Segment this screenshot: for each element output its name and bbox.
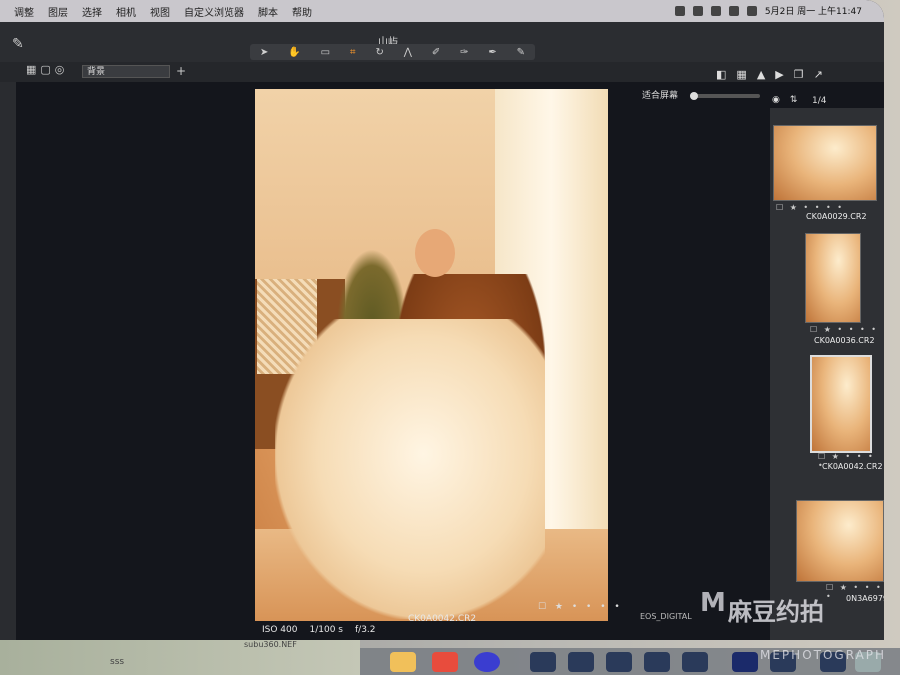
status-icon[interactable] bbox=[674, 5, 685, 16]
view-mode-icons[interactable]: ▦▢◎ bbox=[26, 63, 68, 76]
wifi-icon[interactable] bbox=[728, 5, 739, 16]
photo-dress bbox=[275, 319, 545, 619]
thumbnail[interactable] bbox=[796, 500, 884, 582]
dock-window-thumb[interactable] bbox=[682, 652, 708, 672]
zoom-slider-knob[interactable] bbox=[690, 92, 698, 100]
main-photo[interactable] bbox=[255, 89, 608, 621]
menu-select[interactable]: 选择 bbox=[82, 4, 102, 19]
pointer-icon[interactable]: ➤ bbox=[260, 47, 268, 58]
iso-value: ISO 400 bbox=[262, 625, 298, 635]
desktop-text: sss bbox=[110, 657, 125, 667]
dock-photoshop-icon[interactable] bbox=[732, 652, 758, 672]
menu-bar: 调整 图层 选择 相机 视图 自定义浏览器 脚本 帮助 5月2日 周一 上午11… bbox=[0, 0, 884, 22]
menu-script[interactable]: 脚本 bbox=[258, 4, 278, 19]
dock-app-icon[interactable] bbox=[474, 652, 500, 672]
dock-window-thumb[interactable] bbox=[568, 652, 594, 672]
lines-icon[interactable]: ⋀ bbox=[404, 47, 412, 58]
dock-app-icon[interactable] bbox=[390, 652, 416, 672]
zoom-label: 适合屏幕 bbox=[642, 91, 679, 101]
pen-icon[interactable]: ✎ bbox=[12, 36, 24, 52]
brush-icon[interactable]: ✐ bbox=[432, 47, 440, 58]
current-filename: CK0A0042.CR2 bbox=[408, 614, 477, 624]
eye-icon[interactable]: ◉ bbox=[772, 95, 780, 105]
aperture-value: f/3.2 bbox=[355, 625, 376, 635]
sort-icon[interactable]: ⇅ bbox=[790, 95, 798, 105]
menu-adjust[interactable]: 调整 bbox=[14, 4, 34, 19]
export-icon[interactable]: ↗ bbox=[814, 68, 823, 81]
status-icon[interactable] bbox=[692, 5, 703, 16]
add-layer-icon[interactable]: + bbox=[176, 64, 186, 78]
watermark-text: 麻豆约拍 bbox=[728, 598, 824, 626]
status-icon[interactable] bbox=[710, 5, 721, 16]
thumbnail-label: CK0A0042.CR2 bbox=[822, 462, 883, 471]
hand-icon[interactable]: ✋ bbox=[288, 47, 300, 58]
menu-layer[interactable]: 图层 bbox=[48, 4, 68, 19]
rating-stars[interactable]: ☐ ★ • • • • bbox=[538, 602, 623, 612]
dropper-icon[interactable]: ✎ bbox=[517, 47, 525, 58]
menu-view[interactable]: 视图 bbox=[150, 4, 170, 19]
copy-icon[interactable]: ❐ bbox=[794, 68, 804, 81]
layer-select[interactable]: 背景 bbox=[82, 65, 170, 78]
shape-icon[interactable]: ▭ bbox=[321, 47, 330, 58]
thumbnail-rating[interactable]: ☐ ★ • • • • bbox=[810, 325, 878, 334]
zoom-slider[interactable] bbox=[690, 94, 760, 98]
thumbnail-label: CK0A0036.CR2 bbox=[814, 336, 875, 345]
thumbnail-label: CK0A0029.CR2 bbox=[806, 212, 867, 221]
slideshow-icon[interactable]: ▶ bbox=[775, 68, 783, 81]
shutter-value: 1/100 s bbox=[309, 625, 344, 635]
menu-camera[interactable]: 相机 bbox=[116, 4, 136, 19]
exif-info: ISO 400 1/100 s f/3.2 bbox=[262, 625, 376, 635]
dock-window-thumb[interactable] bbox=[530, 652, 556, 672]
watermark-logo: M bbox=[700, 588, 726, 618]
thumbnail-selected[interactable] bbox=[810, 355, 872, 453]
tool-palette: ➤ ✋ ▭ ⌗ ↻ ⋀ ✐ ✑ ✒ ✎ bbox=[250, 44, 535, 60]
thumbnail[interactable] bbox=[773, 125, 877, 201]
dock-window-thumb[interactable] bbox=[606, 652, 632, 672]
search-icon[interactable] bbox=[746, 5, 757, 16]
grid-icon[interactable]: ▦ bbox=[736, 68, 746, 81]
screen: 调整 图层 选择 相机 视图 自定义浏览器 脚本 帮助 5月2日 周一 上午11… bbox=[0, 0, 884, 640]
filmstrip-header: ◉ ⇅ bbox=[772, 95, 797, 105]
left-tool-strip bbox=[0, 82, 16, 640]
watermark-subtext: MEPHOTOGRAPH bbox=[760, 648, 887, 662]
menu-help[interactable]: 帮助 bbox=[292, 4, 312, 19]
clock[interactable]: 5月2日 周一 上午11:47 bbox=[765, 4, 862, 17]
device-label: EOS_DIGITAL bbox=[640, 612, 692, 621]
desktop-below bbox=[0, 640, 360, 675]
thumbnail[interactable] bbox=[805, 233, 861, 323]
eraser-icon[interactable]: ✑ bbox=[460, 47, 468, 58]
filmstrip-count: 1/4 bbox=[812, 96, 827, 106]
menu-custom-browser[interactable]: 自定义浏览器 bbox=[184, 4, 244, 19]
warning-icon[interactable]: ▲ bbox=[757, 68, 765, 81]
rotate-icon[interactable]: ↻ bbox=[375, 47, 383, 58]
dock-calendar-icon[interactable] bbox=[432, 652, 458, 672]
thumbnail-rating[interactable]: ☐ ★ • • • • bbox=[776, 203, 844, 212]
dock-window-thumb[interactable] bbox=[644, 652, 670, 672]
toolbar-right: ◧ ▦ ▲ ▶ ❐ ↗ bbox=[716, 68, 823, 81]
gradient-icon[interactable]: ✒ bbox=[488, 47, 496, 58]
photo-subject-head bbox=[415, 229, 455, 277]
desktop-file-label: subu360.NEF bbox=[244, 640, 297, 649]
compare-icon[interactable]: ◧ bbox=[716, 68, 726, 81]
thumbnail-label: 0N3A6979.JPG bbox=[846, 594, 884, 603]
crop-icon[interactable]: ⌗ bbox=[350, 47, 356, 58]
status-icons: 5月2日 周一 上午11:47 bbox=[674, 4, 862, 17]
